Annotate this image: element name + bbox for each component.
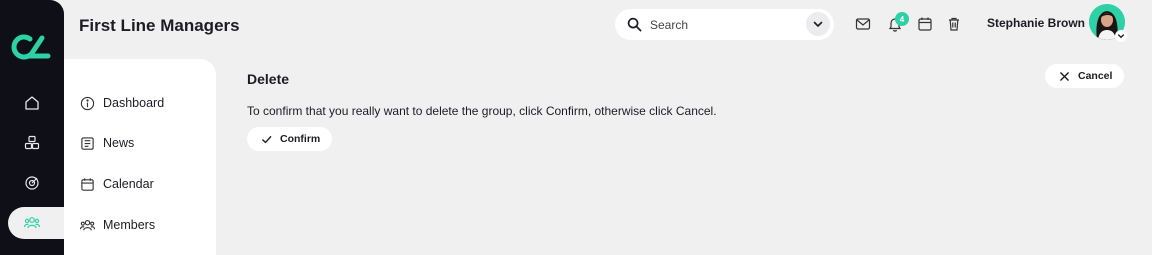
chevron-down-icon [1118, 34, 1124, 39]
cancel-button[interactable]: Cancel [1045, 64, 1125, 88]
trash-icon[interactable] [946, 16, 962, 32]
subnav-item-label: Dashboard [103, 96, 165, 110]
search-box[interactable]: Search [615, 9, 834, 40]
subnav-item-label: Calendar [103, 177, 154, 191]
rail-item-target[interactable] [0, 167, 64, 199]
search-icon [627, 17, 642, 32]
notification-badge: 4 [895, 12, 909, 26]
account-menu-toggle[interactable] [1115, 30, 1127, 42]
groups-icon [24, 135, 40, 150]
rail-item-members[interactable] [8, 207, 72, 239]
subnav-item-news[interactable]: News [80, 133, 134, 153]
news-icon [81, 136, 94, 150]
mail-icon[interactable] [855, 16, 871, 32]
subnav-item-dashboard[interactable]: Dashboard [80, 93, 164, 113]
members-icon [24, 217, 40, 229]
page-title: First Line Managers [79, 16, 240, 35]
members-icon [80, 219, 95, 230]
group-subnav: Dashboard News Calendar Members [64, 59, 216, 255]
confirm-button-label: Confirm [280, 133, 321, 145]
subnav-item-label: News [103, 136, 135, 150]
app-rail [0, 0, 72, 255]
subnav-item-calendar[interactable]: Calendar [80, 174, 154, 194]
user-name[interactable]: Stephanie Brown [987, 16, 1085, 30]
calendar-icon[interactable] [917, 16, 933, 32]
rail-item-groups[interactable] [0, 127, 64, 159]
app-logo-icon[interactable] [11, 32, 53, 62]
search-scope-dropdown[interactable] [806, 12, 830, 36]
calendar-icon [81, 177, 94, 191]
rail-item-home[interactable] [0, 87, 64, 119]
home-icon [25, 96, 39, 110]
info-icon [80, 96, 95, 110]
cancel-button-label: Cancel [1078, 70, 1113, 82]
close-icon [1060, 71, 1069, 81]
subnav-item-members[interactable]: Members [80, 215, 155, 235]
subnav-item-label: Members [103, 218, 156, 232]
confirm-button[interactable]: Confirm [247, 127, 333, 151]
target-icon [25, 176, 39, 190]
section-title: Delete [247, 71, 290, 87]
chevron-down-icon [813, 21, 823, 27]
search-input[interactable]: Search [650, 18, 688, 32]
confirm-message: To confirm that you really want to delet… [247, 104, 717, 118]
check-icon [262, 135, 272, 143]
